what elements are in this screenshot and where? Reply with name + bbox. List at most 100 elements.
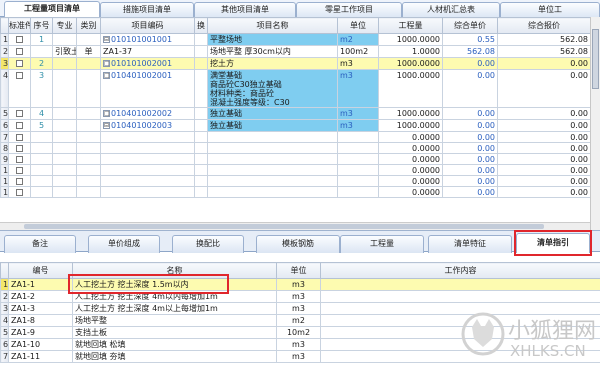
upper-horizontal-scrollbar[interactable] xyxy=(0,222,590,230)
change-cell[interactable] xyxy=(194,131,208,143)
item-code-cell[interactable]: □010401002002 xyxy=(100,107,195,120)
row-number[interactable]: 9 xyxy=(0,153,9,165)
table-row[interactable]: 6 5 ⊟ 010401002003 独立基础 m3 1000.0000 0.00 0.00 xyxy=(0,119,591,132)
standard-checkbox-cell[interactable] xyxy=(8,131,31,143)
unit-cell[interactable]: m3 xyxy=(337,119,379,132)
quota-name-cell[interactable]: 就地回填 夯填 xyxy=(72,350,277,363)
table-row[interactable]: 1 1 ⊟ 010101001001 平整场地 m2 1000.0000 0.55 562.08 xyxy=(0,33,591,46)
item-code-cell[interactable]: ⊟ 010401002003 xyxy=(100,119,195,132)
quota-unit-cell[interactable]: m3 xyxy=(276,278,321,291)
tab-price-composition[interactable]: 单价组成 xyxy=(88,235,160,253)
checkbox[interactable] xyxy=(16,48,23,55)
unit-cell[interactable]: m3 xyxy=(337,107,379,120)
item-name-cell[interactable] xyxy=(207,142,338,154)
quota-code-cell[interactable]: ZA1-2 xyxy=(8,290,73,303)
unit-price-cell[interactable]: 0.00 xyxy=(442,107,498,120)
total-price-cell[interactable]: 0.00 xyxy=(497,57,591,70)
category-cell[interactable] xyxy=(76,33,101,46)
category-cell[interactable] xyxy=(76,153,101,165)
table-row[interactable]: 4 3 □010401002001 满堂基础 商品砼C30独立基础 材料种类：商品砼 混凝土… xyxy=(0,69,591,108)
unit-cell[interactable] xyxy=(337,142,379,154)
col-header-unit-price[interactable]: 综合单价 xyxy=(442,17,498,34)
item-code-cell[interactable]: □010401002001 xyxy=(100,69,195,108)
quota-name-cell[interactable]: 人工挖土方 挖土深度 1.5m以内 xyxy=(72,278,277,291)
tab-quantity[interactable]: 工程量 xyxy=(340,235,424,253)
work-content-cell[interactable] xyxy=(320,338,600,351)
checkbox[interactable] xyxy=(16,72,23,79)
checkbox[interactable] xyxy=(16,110,23,117)
item-name-cell[interactable] xyxy=(207,153,338,165)
table-row[interactable]: 6 ZA1-10 就地回填 松填 m3 xyxy=(0,338,600,351)
row-number[interactable]: 7 xyxy=(0,350,9,363)
item-code-cell[interactable] xyxy=(100,164,195,176)
seq-cell[interactable]: 2 xyxy=(30,57,53,70)
quota-code-cell[interactable]: ZA1-1 xyxy=(8,278,73,291)
work-content-cell[interactable] xyxy=(320,290,600,303)
specialty-cell[interactable]: 引致土 xyxy=(52,45,77,58)
row-number[interactable]: 3 xyxy=(0,302,9,315)
total-price-cell[interactable]: 0.00 xyxy=(497,164,591,176)
row-number[interactable]: 5 xyxy=(0,326,9,339)
unit-cell[interactable] xyxy=(337,131,379,143)
table-row[interactable]: 8 0.0000 0.00 0.00 xyxy=(0,142,591,154)
standard-checkbox-cell[interactable] xyxy=(8,33,31,46)
row-number[interactable]: 3 xyxy=(0,57,9,70)
col-header-standard[interactable]: 标准件 xyxy=(8,17,31,34)
category-cell[interactable] xyxy=(76,131,101,143)
unit-cell[interactable]: m2 xyxy=(337,33,379,46)
checkbox[interactable] xyxy=(16,122,23,129)
tab-sporadic-work[interactable]: 零星工作项目 xyxy=(296,2,402,17)
col-header-item-code[interactable]: 项目编码 xyxy=(100,17,195,34)
work-content-cell[interactable] xyxy=(320,278,600,291)
quantity-cell[interactable]: 1000.0000 xyxy=(378,33,443,46)
table-row[interactable]: 120.00000.000.00 xyxy=(0,186,591,198)
quantity-cell[interactable]: 0.0000 xyxy=(378,164,443,176)
specialty-cell[interactable] xyxy=(52,107,77,120)
change-cell[interactable] xyxy=(194,57,208,70)
item-code-cell[interactable] xyxy=(100,131,195,143)
scroll-thumb[interactable] xyxy=(592,29,599,89)
standard-checkbox-cell[interactable] xyxy=(8,164,31,176)
seq-cell[interactable] xyxy=(30,153,53,165)
seq-cell[interactable] xyxy=(30,131,53,143)
change-cell[interactable] xyxy=(194,175,208,187)
quota-unit-cell[interactable]: m3 xyxy=(276,290,321,303)
table-row[interactable]: 2 ZA1-2 人工挖土方 挖土深度 4m以内每增加1m m3 xyxy=(0,290,600,303)
standard-checkbox-cell[interactable] xyxy=(8,153,31,165)
standard-checkbox-cell[interactable] xyxy=(8,107,31,120)
unit-price-cell[interactable]: 0.00 xyxy=(442,175,498,187)
standard-checkbox-cell[interactable] xyxy=(8,142,31,154)
col-header-name[interactable]: 名称 xyxy=(72,262,277,279)
total-price-cell[interactable]: 0.00 xyxy=(497,107,591,120)
tab-formwork-rebar[interactable]: 模板钢筋 xyxy=(256,235,340,253)
seq-cell[interactable]: 5 xyxy=(30,119,53,132)
tree-toggle-icon[interactable]: ⊟ xyxy=(103,122,110,129)
unit-cell[interactable] xyxy=(337,153,379,165)
unit-price-cell[interactable]: 0.00 xyxy=(442,69,498,108)
specialty-cell[interactable] xyxy=(52,164,77,176)
total-price-cell[interactable]: 0.00 xyxy=(497,153,591,165)
col-header-total-price[interactable]: 综合报价 xyxy=(497,17,591,34)
specialty-cell[interactable] xyxy=(52,131,77,143)
standard-checkbox-cell[interactable] xyxy=(8,45,31,58)
seq-cell[interactable]: 4 xyxy=(30,107,53,120)
total-price-cell[interactable]: 0.00 xyxy=(497,186,591,198)
category-cell[interactable] xyxy=(76,186,101,198)
quantity-cell[interactable]: 0.0000 xyxy=(378,175,443,187)
col-header-specialty[interactable]: 专业 xyxy=(52,17,77,34)
item-code-cell[interactable]: ZA1-37 xyxy=(100,45,195,58)
checkbox[interactable] xyxy=(16,177,23,185)
tree-toggle-icon[interactable]: □ xyxy=(103,72,110,79)
table-row[interactable]: 7 ZA1-11 就地回填 夯填 m3 xyxy=(0,350,600,363)
total-price-cell[interactable]: 0.00 xyxy=(497,69,591,108)
item-name-cell[interactable] xyxy=(207,175,338,187)
quota-code-cell[interactable]: ZA1-8 xyxy=(8,314,73,327)
specialty-cell[interactable] xyxy=(52,186,77,198)
quantity-cell[interactable]: 0.0000 xyxy=(378,186,443,198)
change-cell[interactable] xyxy=(194,142,208,154)
tab-resource-summary[interactable]: 人材机汇总表 xyxy=(402,2,500,17)
unit-price-cell[interactable]: 0.00 xyxy=(442,142,498,154)
unit-cell[interactable] xyxy=(337,186,379,198)
checkbox[interactable] xyxy=(16,144,23,152)
change-cell[interactable] xyxy=(194,33,208,46)
